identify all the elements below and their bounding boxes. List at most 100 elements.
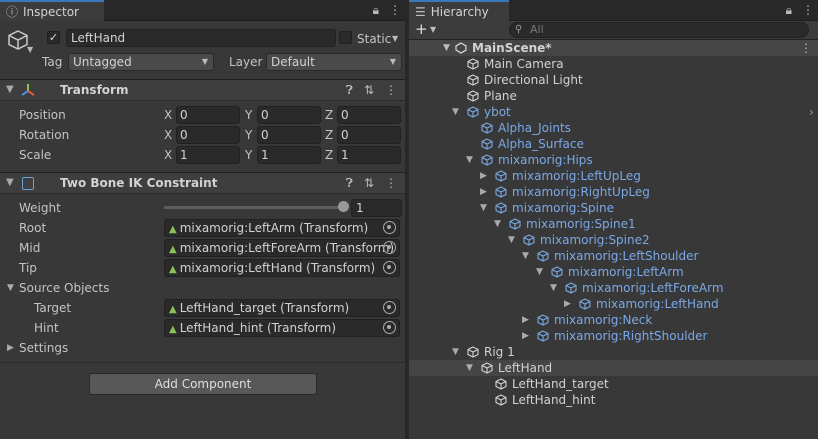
foldout-down-icon[interactable]: ▼	[452, 344, 459, 360]
help-icon[interactable]: ❓︎	[346, 176, 353, 191]
hierarchy-item[interactable]: LeftHand_hint	[409, 392, 818, 408]
transform-position-x-field[interactable]: 0	[176, 106, 240, 124]
add-icon[interactable]: +	[415, 20, 428, 38]
transform-rotation-x-field[interactable]: 0	[176, 126, 240, 144]
foldout-right-icon[interactable]: ▶	[522, 312, 529, 328]
object-picker-icon[interactable]	[383, 321, 396, 334]
transform-rotation-y-field[interactable]: 0	[257, 126, 321, 144]
foldout-right-icon[interactable]: ▶	[7, 343, 14, 353]
transform-scale-z-field[interactable]: 1	[337, 146, 401, 164]
object-picker-icon[interactable]	[383, 221, 396, 234]
hierarchy-item[interactable]: Alpha_Joints	[409, 120, 818, 136]
help-icon[interactable]: ❓︎	[346, 83, 353, 98]
hierarchy-item[interactable]: ▼ mixamorig:LeftArm	[409, 264, 818, 280]
hierarchy-item[interactable]: LeftHand_target	[409, 376, 818, 392]
foldout-down-icon[interactable]: ▼	[452, 104, 459, 120]
foldout-down-icon[interactable]: ▼	[6, 177, 14, 188]
foldout-right-icon[interactable]: ▶	[522, 328, 529, 344]
foldout-down-icon[interactable]: ▼	[550, 280, 557, 296]
object-picker-icon[interactable]	[383, 261, 396, 274]
hierarchy-item[interactable]: Plane	[409, 88, 818, 104]
more-menu-icon[interactable]: ⋮	[802, 3, 814, 18]
hierarchy-item[interactable]: ▼ mixamorig:LeftForeArm	[409, 280, 818, 296]
hierarchy-item[interactable]: ▶ mixamorig:RightUpLeg	[409, 184, 818, 200]
foldout-down-icon[interactable]: ▼	[466, 152, 473, 168]
transform-header[interactable]: ▼ Transform ❓︎ ⇅ ⋮	[0, 79, 405, 101]
foldout-down-icon[interactable]: ▼	[522, 248, 529, 264]
presets-icon[interactable]: ⇅	[364, 176, 374, 191]
source-objects-label[interactable]: Source Objects	[19, 280, 109, 296]
hierarchy-item[interactable]: ▶ mixamorig:LeftUpLeg	[409, 168, 818, 184]
tip-object-field[interactable]: ▲ mixamorig:LeftHand (Transform)	[164, 259, 400, 277]
hierarchy-item[interactable]: ▼ mixamorig:LeftShoulder	[409, 248, 818, 264]
chevron-right-icon[interactable]: ›	[809, 105, 814, 119]
tab-hierarchy[interactable]: ☰ Hierarchy	[409, 0, 509, 21]
hierarchy-item[interactable]: ▼ mixamorig:Spine1	[409, 216, 818, 232]
hierarchy-item[interactable]: ▼ Rig 1	[409, 344, 818, 360]
object-picker-icon[interactable]	[383, 301, 396, 314]
hierarchy-item[interactable]: ▶ mixamorig:Neck	[409, 312, 818, 328]
foldout-right-icon[interactable]: ▶	[480, 184, 487, 200]
axis-x-label[interactable]: X	[164, 147, 172, 163]
transform-position-y-field[interactable]: 0	[257, 106, 321, 124]
search-input[interactable]: ⚲ All	[509, 22, 809, 38]
weight-field[interactable]: 1	[351, 199, 402, 217]
foldout-down-icon[interactable]: ▼	[466, 360, 473, 376]
transform-scale-y-field[interactable]: 1	[257, 146, 321, 164]
axis-z-label[interactable]: Z	[325, 127, 333, 143]
hint-object-field[interactable]: ▲ LeftHand_hint (Transform)	[164, 319, 400, 337]
axis-y-label[interactable]: Y	[245, 127, 252, 143]
hierarchy-item[interactable]: Alpha_Surface	[409, 136, 818, 152]
object-picker-icon[interactable]	[383, 241, 396, 254]
hierarchy-item[interactable]: Main Camera	[409, 56, 818, 72]
foldout-down-icon[interactable]: ▼	[536, 264, 543, 280]
lock-icon[interactable]: 🔒︎	[786, 3, 792, 18]
weight-slider-thumb[interactable]	[338, 201, 349, 212]
tab-inspector[interactable]: ⓘ Inspector	[0, 0, 104, 21]
transform-rotation-z-field[interactable]: 0	[337, 126, 401, 144]
more-menu-icon[interactable]: ⋮	[389, 3, 401, 18]
hierarchy-item[interactable]: ▼ ybot	[409, 104, 818, 120]
axis-x-label[interactable]: X	[164, 107, 172, 123]
ik-constraint-header[interactable]: ▼ Two Bone IK Constraint ❓︎ ⇅ ⋮	[0, 172, 405, 194]
foldout-down-icon[interactable]: ▼	[7, 283, 14, 293]
axis-z-label[interactable]: Z	[325, 107, 333, 123]
hierarchy-item[interactable]: ▼ LeftHand	[409, 360, 818, 376]
foldout-down-icon[interactable]: ▼	[508, 232, 515, 248]
foldout-down-icon[interactable]: ▼	[443, 40, 450, 56]
foldout-right-icon[interactable]: ▶	[564, 296, 571, 312]
layer-dropdown[interactable]: Default ▼	[266, 53, 402, 71]
hierarchy-item[interactable]: ▼ mixamorig:Spine2	[409, 232, 818, 248]
more-menu-icon[interactable]: ⋮	[385, 83, 397, 98]
hierarchy-item[interactable]: ▶ mixamorig:LeftHand	[409, 296, 818, 312]
target-object-field[interactable]: ▲ LeftHand_target (Transform)	[164, 299, 400, 317]
presets-icon[interactable]: ⇅	[364, 83, 374, 98]
transform-position-z-field[interactable]: 0	[337, 106, 401, 124]
hierarchy-item[interactable]: Directional Light	[409, 72, 818, 88]
add-component-button[interactable]: Add Component	[89, 373, 317, 395]
cube-dropdown-icon[interactable]: ▼	[27, 45, 33, 54]
axis-y-label[interactable]: Y	[245, 107, 252, 123]
static-dropdown-icon[interactable]: ▼	[392, 34, 398, 43]
foldout-down-icon[interactable]: ▼	[6, 84, 14, 95]
chevron-down-icon[interactable]: ▼	[430, 25, 436, 34]
root-object-field[interactable]: ▲ mixamorig:LeftArm (Transform)	[164, 219, 400, 237]
static-checkbox[interactable]	[339, 31, 352, 44]
tag-dropdown[interactable]: Untagged ▼	[68, 53, 214, 71]
transform-scale-x-field[interactable]: 1	[176, 146, 240, 164]
object-name-field[interactable]: LeftHand	[66, 29, 336, 47]
more-menu-icon[interactable]: ⋮	[385, 176, 397, 191]
more-menu-icon[interactable]: ⋮	[800, 40, 812, 56]
hierarchy-item[interactable]: ▶ mixamorig:RightShoulder	[409, 328, 818, 344]
axis-y-label[interactable]: Y	[245, 147, 252, 163]
mid-object-field[interactable]: ▲ mixamorig:LeftForeArm (Transform)	[164, 239, 400, 257]
axis-z-label[interactable]: Z	[325, 147, 333, 163]
foldout-right-icon[interactable]: ▶	[480, 168, 487, 184]
hierarchy-item[interactable]: ▼ mixamorig:Hips	[409, 152, 818, 168]
axis-x-label[interactable]: X	[164, 127, 172, 143]
lock-icon[interactable]: 🔒︎	[373, 3, 379, 18]
weight-slider-track[interactable]	[164, 206, 344, 209]
scene-row[interactable]: ▼ MainScene* ⋮	[409, 40, 818, 56]
settings-label[interactable]: Settings	[19, 340, 68, 356]
foldout-down-icon[interactable]: ▼	[494, 216, 501, 232]
